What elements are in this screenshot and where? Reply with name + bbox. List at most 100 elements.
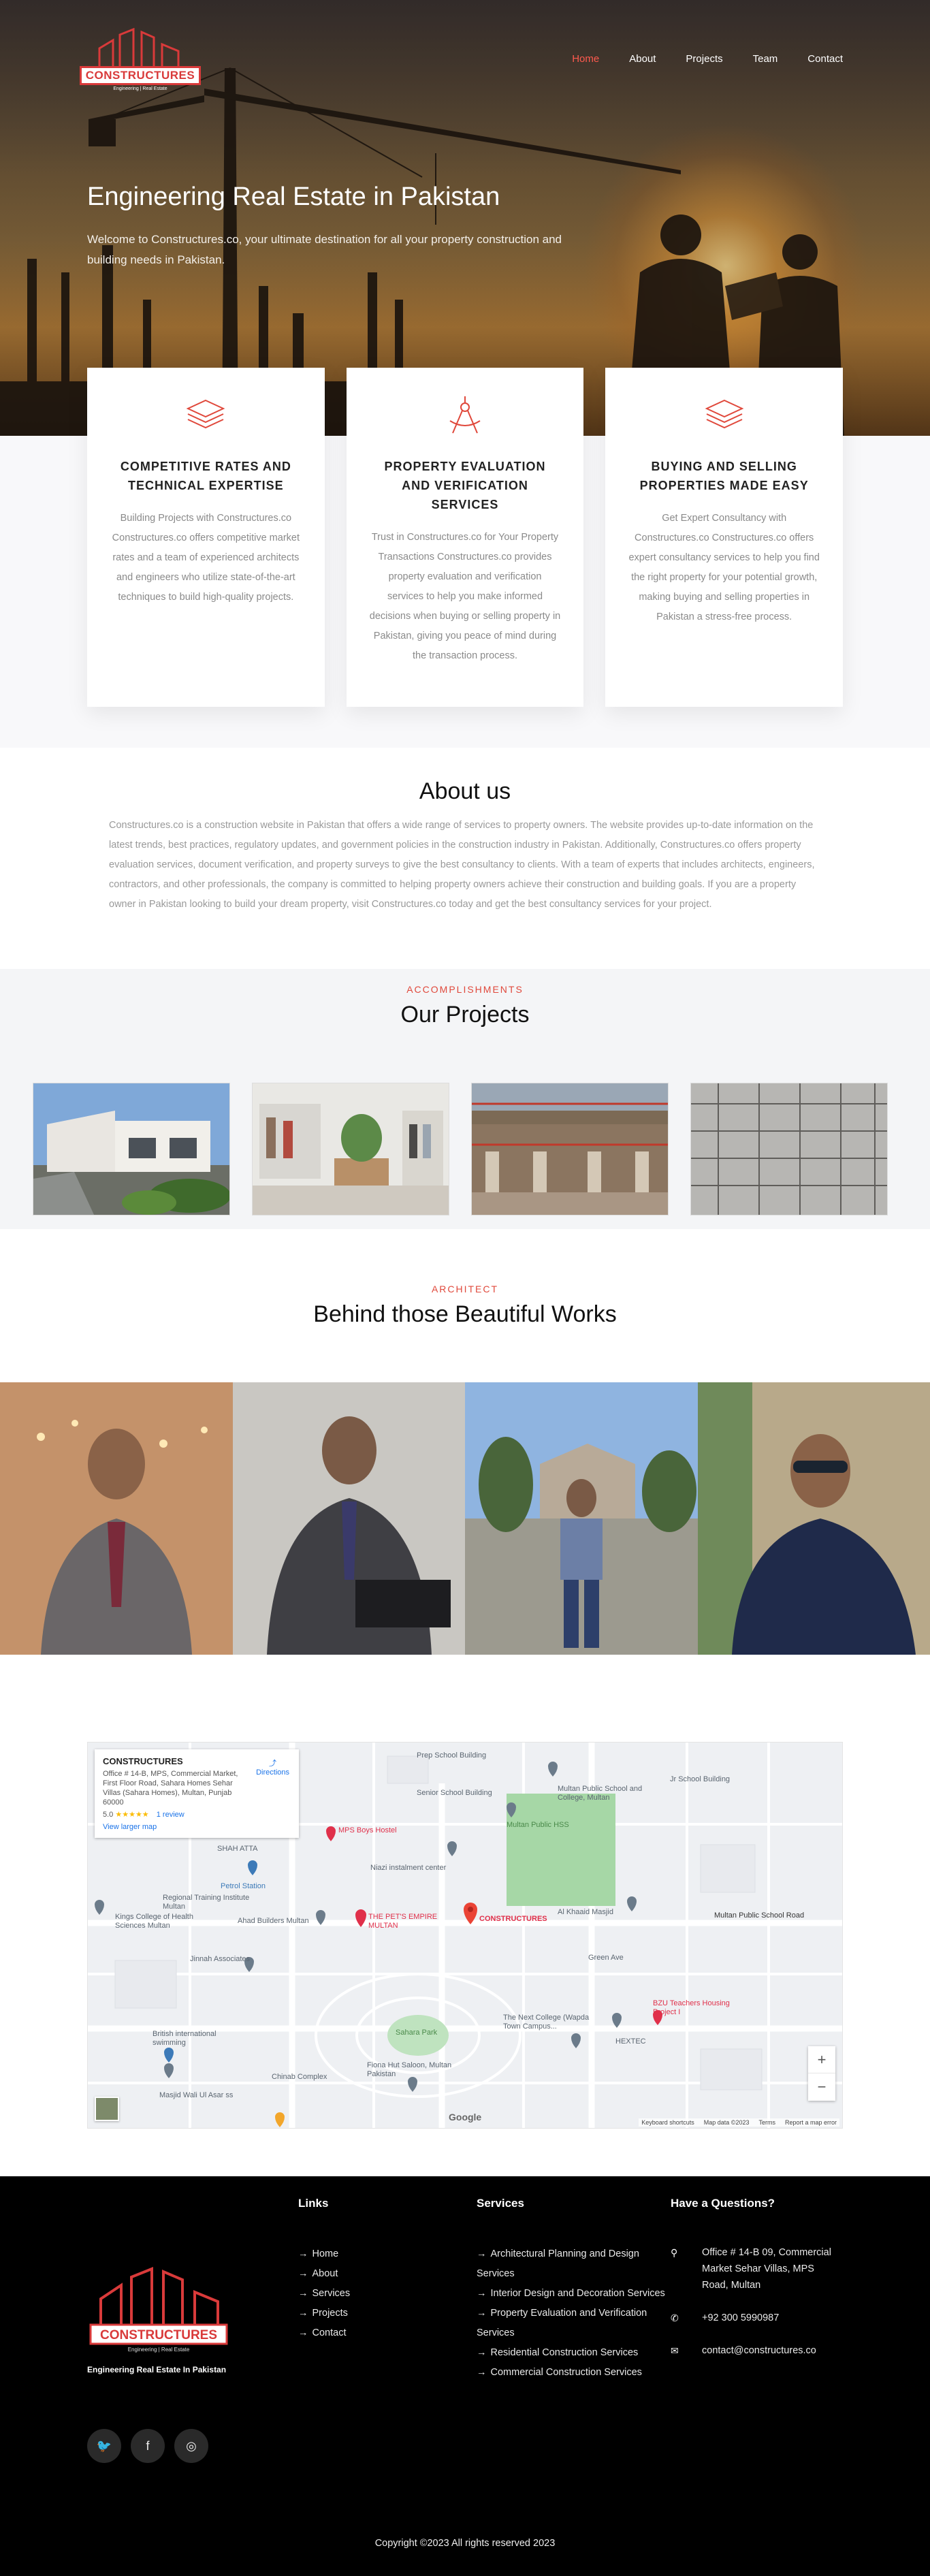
directions-icon: ⤴ bbox=[256, 1758, 289, 1768]
about-title: About us bbox=[109, 778, 821, 805]
team-title: Behind those Beautiful Works bbox=[0, 1301, 930, 1328]
footer-email[interactable]: ✉contact@constructures.co bbox=[671, 2342, 843, 2359]
footer-service-link[interactable]: →Interior Design and Decoration Services bbox=[477, 2284, 671, 2304]
footer-service-link[interactable]: →Architectural Planning and Design Servi… bbox=[477, 2244, 671, 2284]
svg-text:CONSTRUCTURES: CONSTRUCTURES bbox=[100, 2328, 217, 2342]
projects-gallery bbox=[33, 1083, 897, 1215]
map-label: Petrol Station bbox=[221, 1882, 266, 1890]
nav-projects[interactable]: Projects bbox=[686, 53, 722, 65]
map-label: Jr School Building bbox=[670, 1775, 730, 1783]
view-larger-map-link[interactable]: View larger map bbox=[103, 1823, 291, 1831]
project-scaffolding-image[interactable] bbox=[690, 1083, 888, 1215]
footer-logo[interactable]: CONSTRUCTURES Engineering | Real Estate bbox=[87, 2265, 230, 2353]
nav-home[interactable]: Home bbox=[572, 53, 599, 65]
main-menu: Home About Projects Team Contact bbox=[572, 53, 843, 65]
footer-link-home[interactable]: →Home bbox=[298, 2244, 477, 2264]
map-label: Sahara Park bbox=[396, 2029, 437, 2037]
about-text: Constructures.co is a construction websi… bbox=[109, 816, 821, 915]
footer-links-title: Links bbox=[298, 2197, 477, 2210]
terms-link[interactable]: Terms bbox=[758, 2119, 775, 2126]
footer-link-about[interactable]: →About bbox=[298, 2264, 477, 2284]
map-label: SHAH ATTA bbox=[217, 1845, 258, 1853]
reviews-link[interactable]: 1 review bbox=[157, 1811, 185, 1819]
logo-wordmark: CONSTRUCTURES bbox=[80, 66, 201, 85]
feature-card: PROPERTY EVALUATION AND VERIFICATION SER… bbox=[347, 368, 584, 707]
map-label: Kings College of Health Sciences Multan bbox=[115, 1913, 217, 1930]
zoom-controls: + − bbox=[808, 2046, 835, 2101]
projects-title: Our Projects bbox=[0, 1002, 930, 1028]
copyright: Copyright ©2023 All rights reserved 2023 bbox=[87, 2538, 843, 2549]
satellite-toggle[interactable] bbox=[95, 2097, 119, 2121]
arrow-right-icon: → bbox=[477, 2248, 487, 2259]
feature-title: COMPETITIVE RATES AND TECHNICAL EXPERTIS… bbox=[110, 457, 302, 495]
google-map[interactable]: Prep School Building Senior School Build… bbox=[87, 1742, 843, 2129]
footer-phone[interactable]: ✆+92 300 5990987 bbox=[671, 2310, 843, 2326]
arrow-right-icon: → bbox=[298, 2308, 308, 2319]
place-rating: 5.0 ★★★★★ 1 review bbox=[103, 1810, 291, 1819]
zoom-out-button[interactable]: − bbox=[808, 2073, 835, 2101]
directions-button[interactable]: ⤴ Directions bbox=[256, 1758, 289, 1777]
map-label: Ahad Builders Multan bbox=[238, 1917, 309, 1925]
map-label: Fiona Hut Saloon, Multan Pakistan bbox=[367, 2061, 455, 2079]
phone-icon: ✆ bbox=[671, 2310, 682, 2326]
features-section: COMPETITIVE RATES AND TECHNICAL EXPERTIS… bbox=[0, 436, 930, 748]
arrow-right-icon: → bbox=[477, 2308, 487, 2319]
zoom-in-button[interactable]: + bbox=[808, 2046, 835, 2073]
map-label: Masjid Wali Ul Asar ss bbox=[159, 2091, 233, 2099]
facebook-icon[interactable]: f bbox=[131, 2429, 165, 2463]
map-label-constructures[interactable]: CONSTRUCTURES bbox=[479, 1915, 547, 1923]
footer-service-link[interactable]: →Property Evaluation and Verification Se… bbox=[477, 2304, 671, 2343]
arrow-right-icon: → bbox=[298, 2327, 308, 2338]
map-label: The Next College (Wapda Town Campus... bbox=[503, 2014, 605, 2031]
map-label: THE PET'S EMPIRE MULTAN bbox=[368, 1913, 464, 1930]
footer-contact: Have a Questions? ⚲Office # 14-B 09, Com… bbox=[671, 2197, 843, 2463]
map-label: MPS Boys Hostel bbox=[338, 1826, 397, 1834]
map-label: Senior School Building bbox=[417, 1789, 492, 1797]
footer-link-services[interactable]: →Services bbox=[298, 2284, 477, 2304]
project-construction-site-image[interactable] bbox=[471, 1083, 669, 1215]
map-label: HEXTEC bbox=[615, 2037, 646, 2046]
footer-services: Services →Architectural Planning and Des… bbox=[477, 2197, 671, 2463]
social-links: 🐦 f ◎ bbox=[87, 2429, 298, 2463]
projects-eyebrow: ACCOMPLISHMENTS bbox=[0, 984, 930, 995]
twitter-icon[interactable]: 🐦 bbox=[87, 2429, 121, 2463]
hero-title: Engineering Real Estate in Pakistan bbox=[87, 182, 564, 212]
footer-link-projects[interactable]: →Projects bbox=[298, 2304, 477, 2323]
layers-icon bbox=[185, 395, 226, 436]
projects-section: ACCOMPLISHMENTS Our Projects bbox=[0, 969, 930, 1229]
arrow-right-icon: → bbox=[477, 2347, 487, 2358]
team-member-photo[interactable] bbox=[465, 1382, 698, 1655]
feature-title: BUYING AND SELLING PROPERTIES MADE EASY bbox=[628, 457, 820, 495]
google-logo: Google bbox=[449, 2112, 481, 2122]
report-error-link[interactable]: Report a map error bbox=[785, 2119, 837, 2126]
map-data-text: Map data ©2023 bbox=[704, 2119, 750, 2126]
feature-text: Trust in Constructures.co for Your Prope… bbox=[370, 528, 561, 666]
brand-logo[interactable]: CONSTRUCTURES Engineering | Real Estate bbox=[87, 26, 193, 91]
footer-link-contact[interactable]: →Contact bbox=[298, 2323, 477, 2343]
feature-card: COMPETITIVE RATES AND TECHNICAL EXPERTIS… bbox=[87, 368, 325, 707]
nav-about[interactable]: About bbox=[629, 53, 656, 65]
map-label: Jinnah Associates bbox=[190, 1955, 250, 1963]
map-label: Chinab Complex bbox=[272, 2073, 327, 2081]
footer-service-link[interactable]: →Residential Construction Services bbox=[477, 2343, 671, 2363]
project-showroom-image[interactable] bbox=[252, 1083, 449, 1215]
footer-service-link[interactable]: →Commercial Construction Services bbox=[477, 2363, 671, 2383]
footer-address: ⚲Office # 14-B 09, Commercial Market Seh… bbox=[671, 2244, 843, 2293]
team-eyebrow: ARCHITECT bbox=[0, 1284, 930, 1294]
logo-tagline: Engineering | Real Estate bbox=[113, 86, 167, 91]
map-label: Regional Training Institute Multan bbox=[163, 1894, 265, 1911]
instagram-icon[interactable]: ◎ bbox=[174, 2429, 208, 2463]
hero-subtitle: Welcome to Constructures.co, your ultima… bbox=[87, 229, 564, 270]
nav-contact[interactable]: Contact bbox=[807, 53, 843, 65]
project-house-image[interactable] bbox=[33, 1083, 230, 1215]
nav-team[interactable]: Team bbox=[753, 53, 778, 65]
svg-text:Engineering | Real Estate: Engineering | Real Estate bbox=[128, 2347, 190, 2353]
team-member-photo[interactable] bbox=[698, 1382, 930, 1655]
map-label: BZU Teachers Housing Project I bbox=[653, 1999, 741, 2017]
logo-buildings-icon bbox=[93, 28, 188, 66]
keyboard-shortcuts-link[interactable]: Keyboard shortcuts bbox=[641, 2119, 694, 2126]
team-member-photo[interactable] bbox=[0, 1382, 233, 1655]
feature-title: PROPERTY EVALUATION AND VERIFICATION SER… bbox=[370, 457, 561, 514]
team-member-photo[interactable] bbox=[233, 1382, 466, 1655]
site-footer: CONSTRUCTURES Engineering | Real Estate … bbox=[0, 2176, 930, 2576]
